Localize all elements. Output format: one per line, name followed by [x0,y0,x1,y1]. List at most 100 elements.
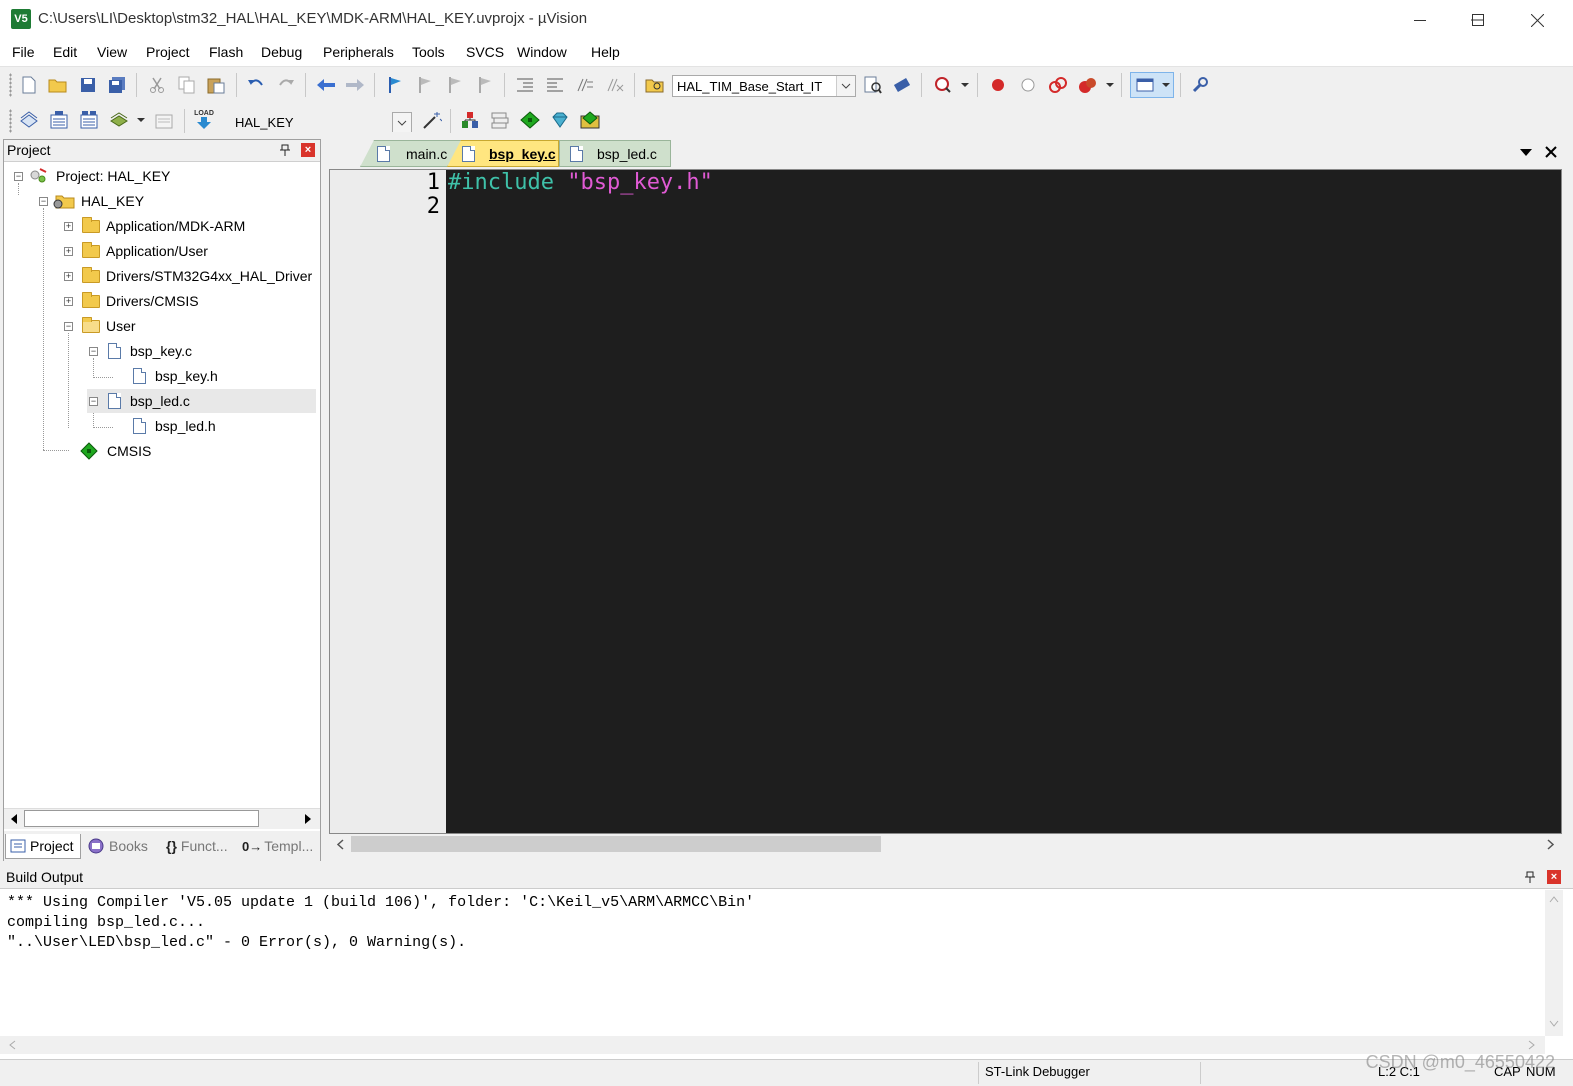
tree-file-bsp-led-c[interactable]: − bsp_led.c [87,389,316,413]
scroll-thumb[interactable] [351,836,881,852]
pack-installer-2-button[interactable] [578,108,602,132]
find-combo-dropdown[interactable] [836,76,855,96]
scroll-thumb[interactable] [24,810,259,827]
menu-debug[interactable]: Debug [261,44,302,60]
expand-icon[interactable]: + [64,247,73,256]
expand-icon[interactable]: + [64,297,73,306]
code-editor[interactable]: 1 2 #include "bsp_key.h" [329,169,1562,834]
navigate-back-button[interactable] [314,73,338,97]
project-panel-close-button[interactable]: × [301,143,315,157]
copy-button[interactable] [175,73,199,97]
paste-button[interactable] [204,73,228,97]
open-file-button[interactable] [46,73,70,97]
menu-edit[interactable]: Edit [53,44,77,60]
undo-button[interactable] [244,73,268,97]
tree-file-bsp-key-h[interactable]: bsp_key.h [112,364,218,388]
configure-button[interactable] [1188,73,1212,97]
menu-file[interactable]: File [12,44,35,60]
build-output-horizontal-scrollbar[interactable] [0,1036,1545,1054]
batch-build-button[interactable] [107,108,147,132]
expand-icon[interactable]: + [64,272,73,281]
tab-bsp-led-c[interactable]: bsp_led.c [559,140,671,167]
toolbar-gripper[interactable] [9,73,12,97]
tree-file-bsp-led-h[interactable]: bsp_led.h [112,414,216,438]
tree-group-application-user[interactable]: + Application/User [62,239,208,263]
code-line-1[interactable]: #include "bsp_key.h" [448,170,713,195]
save-button[interactable] [76,73,100,97]
find-in-files-button[interactable] [643,73,667,97]
editor-horizontal-scrollbar[interactable] [329,834,1562,854]
tab-list-dropdown-icon[interactable] [1520,149,1532,157]
menu-svcs[interactable]: SVCS [466,44,504,60]
maximize-button[interactable] [1449,5,1507,35]
build-button[interactable] [47,108,71,132]
menu-project[interactable]: Project [146,44,190,60]
scroll-left-button[interactable] [6,811,22,827]
download-button[interactable]: LOAD [192,108,216,132]
browse-button[interactable] [929,73,973,97]
toolbar-gripper[interactable] [9,109,12,133]
tree-cmsis-component[interactable]: CMSIS [62,439,151,463]
window-layout-button[interactable] [1130,72,1174,98]
minimize-button[interactable] [1391,5,1449,35]
tree-group-user[interactable]: − User [62,314,136,338]
scroll-left-button[interactable] [333,837,347,851]
expand-icon[interactable]: + [64,222,73,231]
collapse-icon[interactable]: − [14,172,23,181]
translate-button[interactable] [17,108,41,132]
clear-bookmarks-button[interactable] [473,73,497,97]
menu-window[interactable]: Window [517,44,567,60]
manage-rte-button[interactable] [518,108,542,132]
next-bookmark-button[interactable] [443,73,467,97]
prev-bookmark-button[interactable] [413,73,437,97]
select-software-packs-button[interactable] [548,108,572,132]
find-button[interactable] [861,73,885,97]
comment-button[interactable] [573,73,597,97]
tree-group-application-mdk-arm[interactable]: + Application/MDK-ARM [62,214,245,238]
menu-flash[interactable]: Flash [209,44,243,60]
incremental-find-button[interactable] [890,73,914,97]
collapse-icon[interactable]: − [89,347,98,356]
tab-bsp-key-c[interactable]: bsp_key.c [447,140,559,167]
tab-templates[interactable]: 0→ Templ... [242,834,318,858]
chevron-left-icon[interactable] [9,1040,16,1050]
rebuild-button[interactable] [77,108,101,132]
collapse-icon[interactable]: − [64,322,73,331]
collapse-icon[interactable]: − [39,197,48,206]
pin-icon[interactable] [280,144,290,156]
menu-view[interactable]: View [97,44,127,60]
build-output-close-button[interactable]: × [1547,870,1561,884]
close-editor-icon[interactable] [1545,146,1557,158]
insert-bookmark-button[interactable] [383,73,407,97]
tree-target[interactable]: − HAL_KEY [37,189,144,213]
tab-books[interactable]: Books [86,834,158,858]
menu-peripherals[interactable]: Peripherals [323,44,394,60]
menu-help[interactable]: Help [591,44,620,60]
target-options-button[interactable] [420,108,444,132]
tab-project[interactable]: Project [5,834,81,859]
navigate-forward-button[interactable] [343,73,367,97]
pack-installer-button[interactable] [488,108,512,132]
tree-file-bsp-key-c[interactable]: − bsp_key.c [87,339,192,363]
find-combo[interactable]: HAL_TIM_Base_Start_IT [672,75,856,97]
chevron-right-icon[interactable] [1528,1040,1535,1050]
insert-breakpoint-button[interactable] [986,73,1010,97]
menu-tools[interactable]: Tools [412,44,445,60]
cut-button[interactable] [145,73,169,97]
project-horizontal-scrollbar[interactable] [4,808,320,829]
target-select-dropdown[interactable] [392,112,412,132]
unindent-button[interactable] [543,73,567,97]
tree-group-drivers-hal[interactable]: + Drivers/STM32G4xx_HAL_Driver [62,264,312,288]
enable-breakpoint-button[interactable] [1016,73,1040,97]
pin-icon[interactable] [1525,871,1535,883]
tree-group-drivers-cmsis[interactable]: + Drivers/CMSIS [62,289,199,313]
scroll-right-button[interactable] [1543,837,1557,851]
manage-project-items-button[interactable] [458,108,482,132]
save-all-button[interactable] [105,73,129,97]
uncomment-button[interactable] [603,73,627,97]
collapse-icon[interactable]: − [89,397,98,406]
stop-build-button[interactable] [152,108,176,132]
target-select[interactable]: HAL_KEY [230,111,413,133]
scroll-right-button[interactable] [300,811,316,827]
chevron-up-icon[interactable] [1549,896,1559,903]
